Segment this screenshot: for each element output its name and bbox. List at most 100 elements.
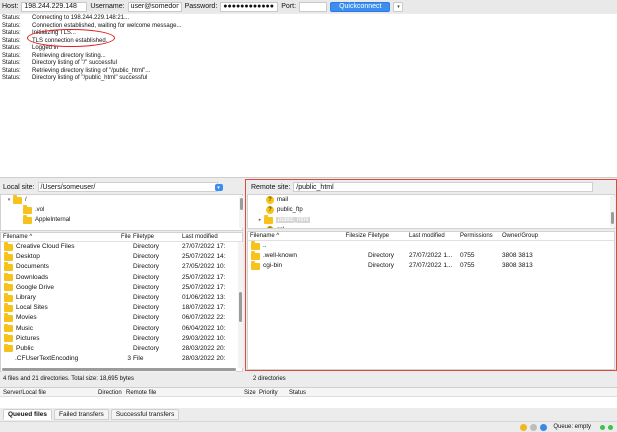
file-name: Downloads <box>16 273 49 281</box>
tree-item[interactable]: ▾ / <box>5 195 242 205</box>
file-size <box>119 273 131 283</box>
local-list-scrollbar[interactable] <box>238 242 243 368</box>
log-type: Status: <box>2 60 21 66</box>
tab-successful-transfers[interactable]: Successful transfers <box>110 409 180 420</box>
queue-col-server-local[interactable]: Server/Local file <box>0 388 95 396</box>
file-modified: 01/06/2022 13: <box>182 293 226 301</box>
table-row[interactable]: .. <box>248 241 614 251</box>
log-row: Status: Retrieving directory listing of "… <box>2 68 615 76</box>
col-filename[interactable]: Filename ^ <box>1 233 119 241</box>
queue-col-status[interactable]: Status <box>286 388 326 396</box>
table-row[interactable]: Public Directory 28/03/2022 20: <box>1 343 242 354</box>
table-row[interactable]: .CFUserTextEncoding 3 File 28/03/2022 20… <box>1 354 242 364</box>
local-site-bar: Local site: /Users/someuser/ ▾ <box>0 181 243 193</box>
queue-list <box>0 397 617 408</box>
file-type: Directory <box>368 262 395 270</box>
table-row[interactable]: Google Drive Directory 25/07/2022 17: <box>1 282 242 293</box>
col-lastmodified[interactable]: Last modified <box>180 233 240 241</box>
quickconnect-button[interactable]: Quickconnect <box>330 1 391 12</box>
host-input[interactable] <box>21 1 88 12</box>
file-type: File <box>133 355 144 363</box>
tree-item[interactable]: ?ssl <box>266 225 614 228</box>
port-input[interactable] <box>299 1 328 12</box>
file-modified: 25/07/2022 17: <box>182 283 226 291</box>
transfer-led-icon <box>600 424 605 430</box>
unknown-folder-icon: ? <box>266 226 274 228</box>
table-row[interactable]: Creative Cloud Files Directory 27/07/202… <box>1 242 242 252</box>
local-list-hscrollbar[interactable] <box>2 368 236 372</box>
tab-failed-transfers[interactable]: Failed transfers <box>54 409 109 420</box>
table-row[interactable]: Desktop Directory 25/07/2022 14: <box>1 252 242 262</box>
file-owner: 3808 3813 <box>502 262 533 270</box>
col-permissions[interactable]: Permissions <box>458 232 500 240</box>
chevron-down-icon[interactable]: ▾ <box>5 197 13 203</box>
file-type: Directory <box>133 283 160 291</box>
local-path-input[interactable]: /Users/someuser/ ▾ <box>37 182 223 192</box>
file-modified: 28/03/2022 20: <box>182 355 226 363</box>
table-row[interactable]: Music Directory 06/04/2022 10: <box>1 323 242 334</box>
col-filename[interactable]: Filename ^ <box>248 232 338 240</box>
file-modified: 28/03/2022 20: <box>182 344 226 352</box>
queue-col-priority[interactable]: Priority <box>256 388 286 396</box>
col-filesize[interactable]: Filesize <box>119 233 131 241</box>
table-row[interactable]: Local Sites Directory 18/07/2022 17: <box>1 303 242 313</box>
log-message: Connection established, waiting for welc… <box>32 22 182 29</box>
col-lastmodified[interactable]: Last modified <box>407 232 458 240</box>
chevron-down-icon[interactable]: ▾ <box>214 184 223 191</box>
log-row: Status: Initializing TLS... <box>2 30 615 38</box>
tree-item[interactable]: AppleInternal <box>5 215 242 225</box>
remote-list-header: Filename ^ Filesize Filetype Last modifi… <box>248 232 614 241</box>
tab-queued-files[interactable]: Queued files <box>3 409 53 420</box>
log-message: Retrieving directory listing of "/public… <box>32 67 151 74</box>
file-permissions: 0755 <box>460 262 475 270</box>
chevron-right-icon[interactable]: ▸ <box>256 217 264 223</box>
tree-item[interactable]: ▸ public_html <box>259 215 614 225</box>
username-input[interactable] <box>127 1 182 12</box>
gear-icon <box>530 423 538 431</box>
col-owner[interactable]: Owner/Group <box>500 232 550 240</box>
file-modified: 27/07/2022 1... <box>409 252 453 260</box>
log-row: Status: Directory listing of "/" successf… <box>2 60 615 68</box>
file-size <box>119 262 131 272</box>
tree-item[interactable]: ? mail <box>266 195 614 205</box>
remote-file-list: Filename ^ Filesize Filetype Last modifi… <box>247 231 615 370</box>
table-row[interactable]: Library Directory 01/06/2022 13: <box>1 293 242 303</box>
log-type: Status: <box>2 45 21 51</box>
tree-item[interactable]: .vol <box>5 205 242 215</box>
queue-col-direction[interactable]: Direction <box>95 388 123 396</box>
local-tree-scrollbar[interactable] <box>239 196 244 228</box>
table-row[interactable]: Documents Directory 27/05/2022 10: <box>1 262 242 272</box>
file-name: .well-known <box>263 252 297 260</box>
col-filetype[interactable]: Filetype <box>131 233 180 241</box>
folder-icon <box>4 323 13 333</box>
folder-icon <box>23 215 32 224</box>
file-modified: 25/07/2022 17: <box>182 273 226 281</box>
queue-col-remote-file[interactable]: Remote file <box>123 388 241 396</box>
col-filesize[interactable]: Filesize <box>338 232 366 240</box>
file-name: cgi-bin <box>263 262 283 270</box>
quickconnect-history-dropdown[interactable]: ▾ <box>393 1 404 12</box>
local-list-header: Filename ^ Filesize Filetype Last modifi… <box>1 233 242 242</box>
remote-site-label: Remote site: <box>251 183 291 191</box>
remote-site-bar: Remote site: /public_html ▾ <box>248 181 616 193</box>
file-type: Directory <box>133 304 160 312</box>
queue-col-size[interactable]: Size <box>241 388 256 396</box>
table-row[interactable]: Movies Directory 06/07/2022 22: <box>1 313 242 323</box>
col-filetype[interactable]: Filetype <box>366 232 407 240</box>
table-row[interactable]: Downloads Directory 25/07/2022 17: <box>1 272 242 283</box>
file-size <box>338 261 366 271</box>
remote-tree-scrollbar[interactable] <box>610 196 615 227</box>
local-file-list: Filename ^ Filesize Filetype Last modifi… <box>0 232 243 372</box>
folder-icon <box>4 282 13 292</box>
tree-item-label: AppleInternal <box>35 217 71 223</box>
tree-item[interactable]: ? public_ftp <box>266 205 614 215</box>
remote-path-input[interactable]: /public_html ▾ <box>293 182 594 192</box>
file-size <box>119 324 131 334</box>
password-input[interactable] <box>220 1 279 12</box>
table-row[interactable]: .well-known Directory 27/07/2022 1... 07… <box>248 251 614 261</box>
file-size <box>338 241 366 251</box>
table-row[interactable]: cgi-bin Directory 27/07/2022 1... 0755 3… <box>248 261 614 271</box>
folder-icon <box>4 262 13 271</box>
table-row[interactable]: Pictures Directory 29/03/2022 10: <box>1 333 242 344</box>
log-row: Status: Logged in <box>2 45 615 53</box>
